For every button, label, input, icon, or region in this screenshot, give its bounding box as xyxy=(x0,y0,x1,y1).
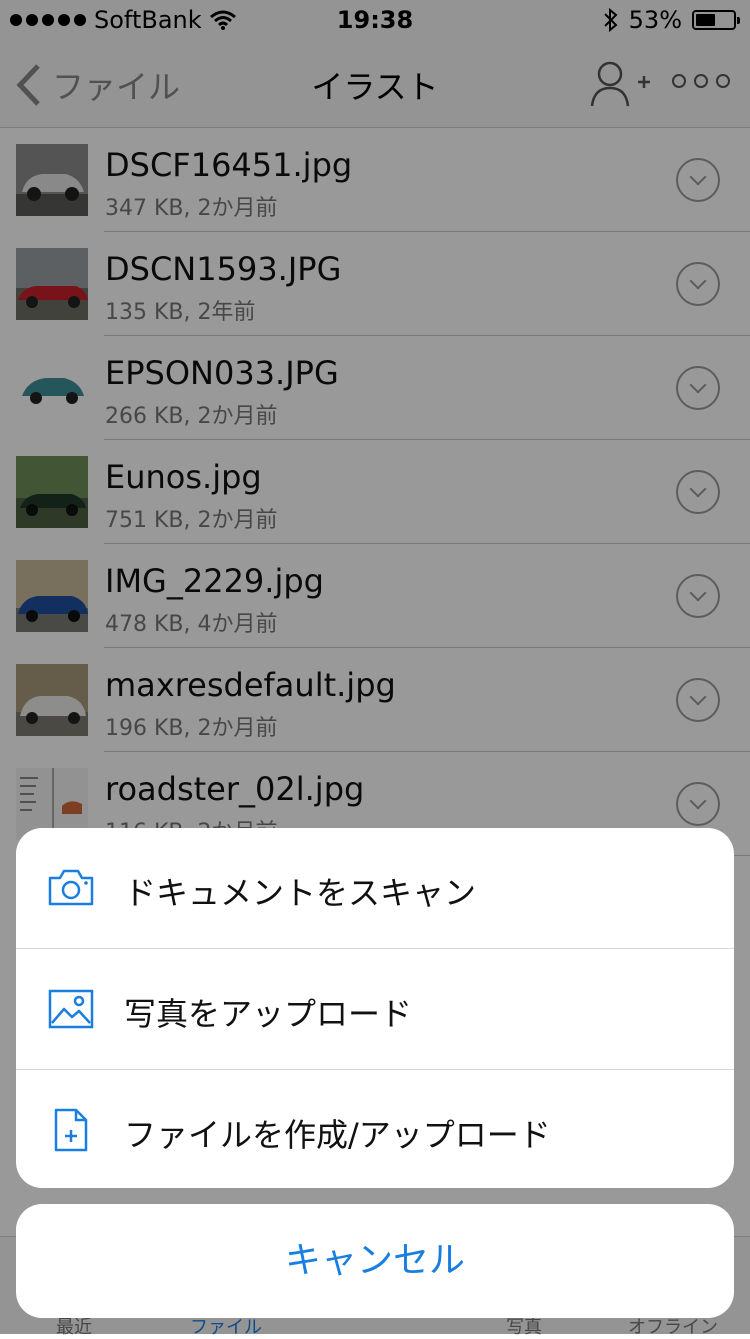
scan-document-label: ドキュメントをスキャン xyxy=(124,874,477,912)
upload-photo-action[interactable]: 写真をアップロード xyxy=(16,948,734,1069)
photo-icon xyxy=(48,989,94,1029)
create-upload-file-action[interactable]: ファイルを作成/アップロード xyxy=(16,1069,734,1188)
scan-document-action[interactable]: ドキュメントをスキャン xyxy=(16,828,734,948)
action-sheet: ドキュメントをスキャン 写真をアップロード ファイルを作成/アップロード xyxy=(16,828,734,1188)
file-plus-icon xyxy=(54,1108,88,1152)
upload-photo-label: 写真をアップロード xyxy=(124,995,413,1033)
cancel-button[interactable]: キャンセル xyxy=(16,1204,734,1318)
camera-icon xyxy=(48,869,94,906)
create-upload-file-label: ファイルを作成/アップロード xyxy=(124,1116,551,1154)
